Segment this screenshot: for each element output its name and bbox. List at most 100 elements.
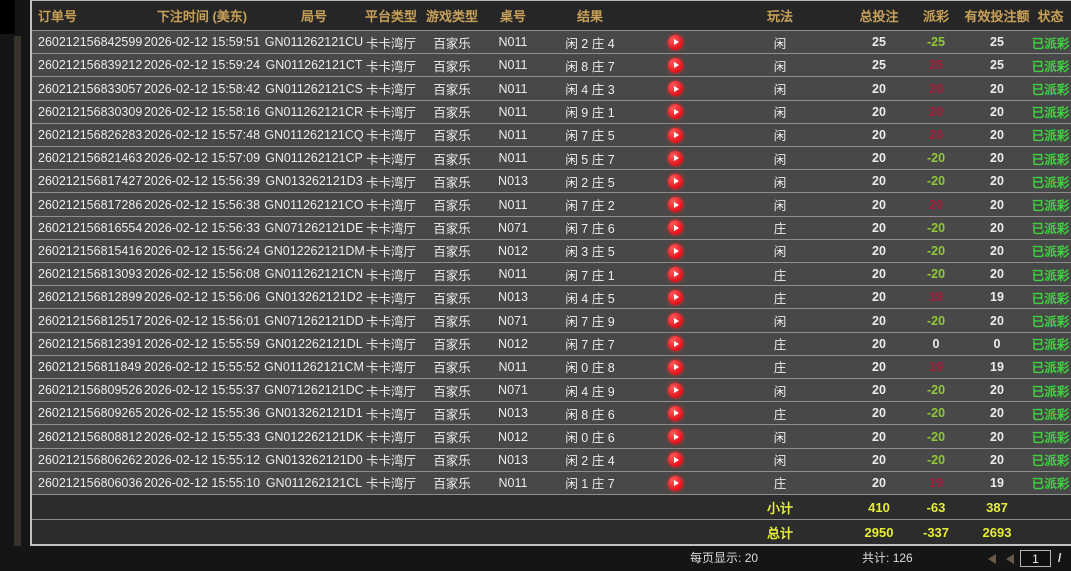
round-number-cell: GN011262121CM bbox=[264, 360, 364, 374]
game-type-cell: 百家乐 bbox=[418, 195, 486, 214]
table-number-cell: N011 bbox=[486, 151, 540, 165]
header-result: 结果 bbox=[540, 6, 640, 25]
order-number-cell: 260212156806036 bbox=[32, 476, 140, 490]
replay-play-icon[interactable] bbox=[668, 220, 683, 235]
payout-cell: 19 bbox=[908, 476, 964, 490]
header-status: 状态 bbox=[1030, 6, 1071, 25]
table-number-cell: N011 bbox=[486, 58, 540, 72]
round-number-cell: GN012262121DM bbox=[264, 244, 364, 258]
first-page-arrow-icon[interactable] bbox=[988, 554, 996, 564]
bet-time-cell: 2026-02-12 15:55:59 bbox=[140, 337, 264, 351]
replay-play-icon[interactable] bbox=[668, 406, 683, 421]
play-type-cell: 闲 bbox=[710, 33, 850, 52]
prev-page-arrow-icon[interactable] bbox=[1006, 554, 1014, 564]
replay-cell bbox=[640, 58, 710, 73]
page-number-input[interactable] bbox=[1020, 550, 1051, 567]
replay-play-icon[interactable] bbox=[668, 81, 683, 96]
payout-cell: 19 bbox=[908, 290, 964, 304]
replay-cell bbox=[640, 35, 710, 50]
total-bet-cell: 20 bbox=[850, 105, 908, 119]
valid-bet-cell: 20 bbox=[964, 430, 1030, 444]
replay-cell bbox=[640, 220, 710, 235]
replay-play-icon[interactable] bbox=[668, 290, 683, 305]
valid-bet-cell: 0 bbox=[964, 337, 1030, 351]
order-number-cell: 260212156816554 bbox=[32, 221, 140, 235]
header-valid-bet: 有效投注额 bbox=[964, 6, 1030, 25]
replay-play-icon[interactable] bbox=[668, 313, 683, 328]
table-row: 260212156806262 2026-02-12 15:55:12 GN01… bbox=[32, 448, 1071, 471]
replay-cell bbox=[640, 406, 710, 421]
valid-bet-cell: 20 bbox=[964, 82, 1030, 96]
table-number-cell: N013 bbox=[486, 174, 540, 188]
table-row: 260212156833057 2026-02-12 15:58:42 GN01… bbox=[32, 76, 1071, 99]
replay-cell bbox=[640, 127, 710, 142]
replay-play-icon[interactable] bbox=[668, 128, 683, 143]
status-cell: 已派彩 bbox=[1030, 450, 1071, 469]
replay-play-icon[interactable] bbox=[668, 429, 683, 444]
platform-type-cell: 卡卡湾厅 bbox=[364, 218, 418, 237]
replay-play-icon[interactable] bbox=[668, 58, 683, 73]
round-number-cell: GN013262121D2 bbox=[264, 290, 364, 304]
result-cell: 闲 2 庄 5 bbox=[540, 172, 640, 191]
total-bet-cell: 20 bbox=[850, 244, 908, 258]
replay-play-icon[interactable] bbox=[668, 476, 683, 491]
left-edge-black-corner bbox=[0, 0, 15, 34]
status-cell: 已派彩 bbox=[1030, 149, 1071, 168]
bet-records-table: 订单号 下注时间 (美东) 局号 平台类型 游戏类型 桌号 结果 玩法 总投注 … bbox=[30, 0, 1071, 546]
replay-play-icon[interactable] bbox=[668, 35, 683, 50]
table-row: 260212156839212 2026-02-12 15:59:24 GN01… bbox=[32, 53, 1071, 76]
valid-bet-cell: 20 bbox=[964, 383, 1030, 397]
replay-play-icon[interactable] bbox=[668, 452, 683, 467]
table-row: 260212156813093 2026-02-12 15:56:08 GN01… bbox=[32, 262, 1071, 285]
game-type-cell: 百家乐 bbox=[418, 125, 486, 144]
total-bet-cell: 20 bbox=[850, 151, 908, 165]
payout-cell: 20 bbox=[908, 82, 964, 96]
play-type-cell: 庄 bbox=[710, 473, 850, 492]
result-cell: 闲 2 庄 4 bbox=[540, 33, 640, 52]
replay-play-icon[interactable] bbox=[668, 244, 683, 259]
status-cell: 已派彩 bbox=[1030, 33, 1071, 52]
total-count-display: 共计: 126 bbox=[862, 546, 913, 571]
table-row: 260212156842599 2026-02-12 15:59:51 GN01… bbox=[32, 30, 1071, 53]
replay-play-icon[interactable] bbox=[668, 267, 683, 282]
replay-play-icon[interactable] bbox=[668, 151, 683, 166]
replay-play-icon[interactable] bbox=[668, 383, 683, 398]
valid-bet-cell: 25 bbox=[964, 35, 1030, 49]
replay-play-icon[interactable] bbox=[668, 360, 683, 375]
round-number-cell: GN011262121CS bbox=[264, 82, 364, 96]
play-type-cell: 闲 bbox=[710, 241, 850, 260]
table-number-cell: N011 bbox=[486, 82, 540, 96]
platform-type-cell: 卡卡湾厅 bbox=[364, 450, 418, 469]
replay-play-icon[interactable] bbox=[668, 104, 683, 119]
play-type-cell: 闲 bbox=[710, 102, 850, 121]
bet-time-cell: 2026-02-12 15:57:48 bbox=[140, 128, 264, 142]
platform-type-cell: 卡卡湾厅 bbox=[364, 265, 418, 284]
bet-time-cell: 2026-02-12 15:55:10 bbox=[140, 476, 264, 490]
bet-time-cell: 2026-02-12 15:55:52 bbox=[140, 360, 264, 374]
replay-play-icon[interactable] bbox=[668, 197, 683, 212]
round-number-cell: GN011262121CQ bbox=[264, 128, 364, 142]
game-type-cell: 百家乐 bbox=[418, 427, 486, 446]
result-cell: 闲 7 庄 5 bbox=[540, 125, 640, 144]
platform-type-cell: 卡卡湾厅 bbox=[364, 125, 418, 144]
valid-bet-cell: 20 bbox=[964, 105, 1030, 119]
status-cell: 已派彩 bbox=[1030, 102, 1071, 121]
payout-cell: 20 bbox=[908, 105, 964, 119]
status-cell: 已派彩 bbox=[1030, 56, 1071, 75]
bet-time-cell: 2026-02-12 15:58:16 bbox=[140, 105, 264, 119]
replay-play-icon[interactable] bbox=[668, 336, 683, 351]
valid-bet-cell: 19 bbox=[964, 476, 1030, 490]
replay-cell bbox=[640, 81, 710, 96]
game-type-cell: 百家乐 bbox=[418, 172, 486, 191]
round-number-cell: GN011262121CP bbox=[264, 151, 364, 165]
play-type-cell: 闲 bbox=[710, 79, 850, 98]
total-bet-cell: 20 bbox=[850, 360, 908, 374]
valid-bet-cell: 20 bbox=[964, 314, 1030, 328]
payout-cell: 20 bbox=[908, 128, 964, 142]
valid-bet-cell: 20 bbox=[964, 221, 1030, 235]
result-cell: 闲 7 庄 2 bbox=[540, 195, 640, 214]
replay-play-icon[interactable] bbox=[668, 174, 683, 189]
subtotal-row: 小计 410 -63 387 bbox=[32, 494, 1071, 519]
status-cell: 已派彩 bbox=[1030, 125, 1071, 144]
game-type-cell: 百家乐 bbox=[418, 288, 486, 307]
